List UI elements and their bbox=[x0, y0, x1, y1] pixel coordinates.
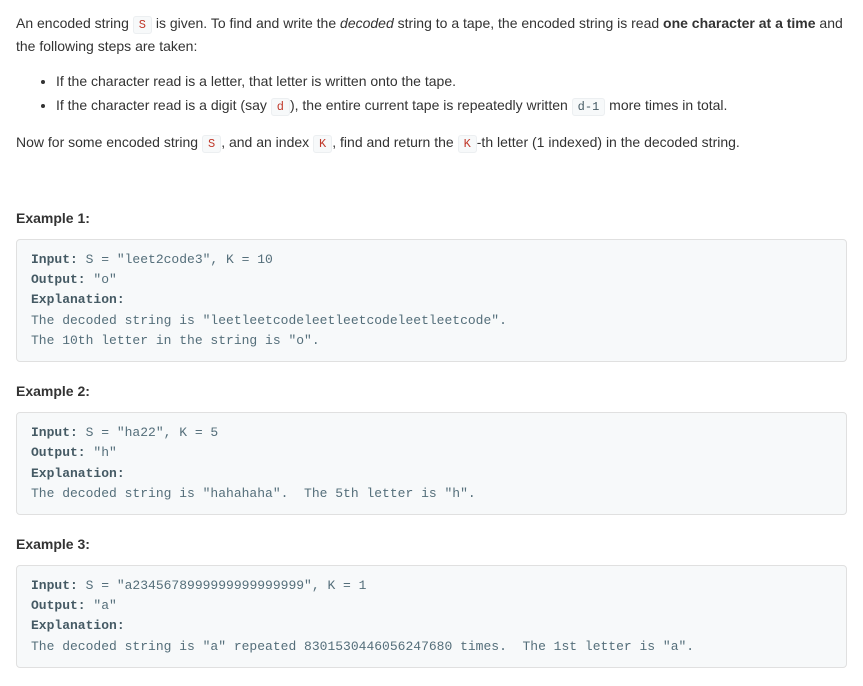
example-heading: Example 2: bbox=[16, 380, 847, 402]
output-text: "a" bbox=[86, 598, 117, 613]
explanation-label: Explanation: bbox=[31, 618, 125, 633]
code-s: S bbox=[202, 135, 221, 153]
text: more times in total. bbox=[605, 97, 727, 113]
text: string to a tape, the encoded string is … bbox=[394, 15, 663, 31]
example-block-1: Example 1: Input: S = "leet2code3", K = … bbox=[16, 207, 847, 362]
intro-paragraph-2: Now for some encoded string S, and an in… bbox=[16, 131, 847, 154]
code-k: K bbox=[458, 135, 477, 153]
text: An encoded string bbox=[16, 15, 133, 31]
output-text: "o" bbox=[86, 272, 117, 287]
code-k: K bbox=[313, 135, 332, 153]
rule-2: If the character read is a digit (say d)… bbox=[56, 94, 847, 117]
example-code: Input: S = "a2345678999999999999999", K … bbox=[16, 565, 847, 668]
input-label: Input: bbox=[31, 578, 78, 593]
one-char-strong: one character at a time bbox=[663, 15, 816, 31]
input-label: Input: bbox=[31, 252, 78, 267]
explanation-text: The decoded string is "hahahaha". The 5t… bbox=[31, 486, 476, 501]
input-label: Input: bbox=[31, 425, 78, 440]
example-code: Input: S = "ha22", K = 5 Output: "h" Exp… bbox=[16, 412, 847, 515]
code-d-minus-1: d-1 bbox=[572, 98, 606, 116]
rules-list: If the character read is a letter, that … bbox=[16, 70, 847, 118]
text: Now for some encoded string bbox=[16, 134, 202, 150]
explanation-label: Explanation: bbox=[31, 466, 125, 481]
text: If the character read is a digit (say bbox=[56, 97, 271, 113]
example-heading: Example 1: bbox=[16, 207, 847, 229]
explanation-text: The decoded string is "leetleetcodeleetl… bbox=[31, 313, 507, 348]
input-text: S = "leet2code3", K = 10 bbox=[78, 252, 273, 267]
output-text: "h" bbox=[86, 445, 117, 460]
intro-paragraph-1: An encoded string S is given. To find an… bbox=[16, 12, 847, 58]
text: , and an index bbox=[221, 134, 313, 150]
output-label: Output: bbox=[31, 272, 86, 287]
output-label: Output: bbox=[31, 598, 86, 613]
rule-1: If the character read is a letter, that … bbox=[56, 70, 847, 92]
text: ), the entire current tape is repeatedly… bbox=[290, 97, 572, 113]
input-text: S = "ha22", K = 5 bbox=[78, 425, 218, 440]
explanation-text: The decoded string is "a" repeated 83015… bbox=[31, 639, 694, 654]
decoded-em: decoded bbox=[340, 15, 394, 31]
explanation-label: Explanation: bbox=[31, 292, 125, 307]
example-heading: Example 3: bbox=[16, 533, 847, 555]
example-block-2: Example 2: Input: S = "ha22", K = 5 Outp… bbox=[16, 380, 847, 515]
text: , find and return the bbox=[332, 134, 457, 150]
example-block-3: Example 3: Input: S = "a2345678999999999… bbox=[16, 533, 847, 668]
input-text: S = "a2345678999999999999999", K = 1 bbox=[78, 578, 367, 593]
output-label: Output: bbox=[31, 445, 86, 460]
text: -th letter (1 indexed) in the decoded st… bbox=[477, 134, 740, 150]
example-code: Input: S = "leet2code3", K = 10 Output: … bbox=[16, 239, 847, 362]
code-s: S bbox=[133, 16, 152, 34]
text: is given. To find and write the bbox=[152, 15, 340, 31]
code-d: d bbox=[271, 98, 290, 116]
